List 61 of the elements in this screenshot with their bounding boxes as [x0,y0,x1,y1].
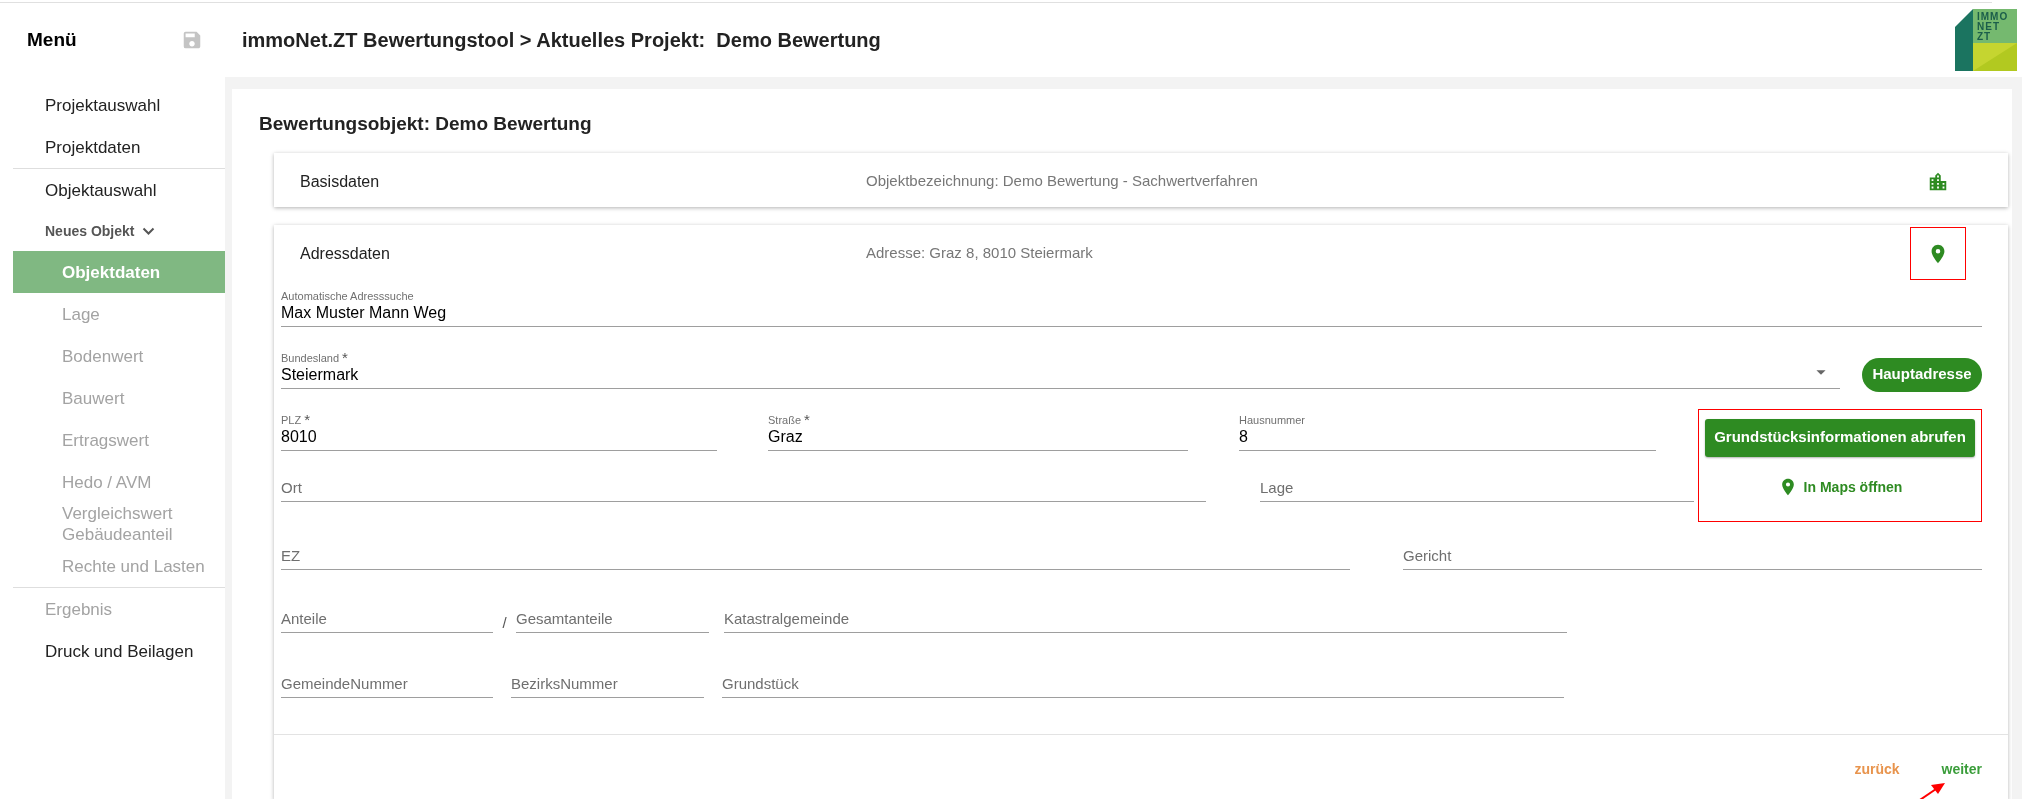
field-label: PLZ [281,412,302,427]
text-field[interactable]: EZ [281,545,1350,570]
logo-drawing [1955,9,2017,71]
panel-summary: Adresse: Graz 8, 8010 Steiermark [866,243,1094,264]
sidebar-item-label: Projektauswahl [45,94,161,116]
fetch-info-button[interactable]: Grundstücksinformationen abrufen [1705,418,1975,457]
sidebar-item-label: Bodenwert [62,345,144,367]
text-field[interactable]: Gesamtanteile [516,608,709,633]
text-field[interactable]: BezirksNummer [511,673,704,698]
text-field[interactable]: 8010 [281,426,717,451]
panel-title[interactable]: Basisdaten [300,169,866,194]
sidebar-item-label: Hedo / AVM [62,471,152,493]
menu-title: Menü [27,27,77,52]
field-label: Straße [768,412,801,427]
logo-text: NET [1977,22,2001,32]
text-field[interactable]: Gericht [1403,545,1982,570]
next-link[interactable]: weiter [1941,758,1982,780]
text-field[interactable]: Lage [1260,477,1694,502]
field-label: Bundesland [281,350,340,365]
required-mark: * [342,350,348,365]
sidebar-item[interactable]: Objektdaten [13,251,225,293]
text-field[interactable]: GemeindeNummer [281,673,493,698]
field-label: Hausnummer [1239,412,1306,427]
text-field[interactable]: Grundstück [722,673,1564,698]
text-field[interactable]: Katastralgemeinde [724,608,1567,633]
sidebar-item-label: Objektauswahl [45,179,157,201]
sidebar-item-label: Ertragswert [62,429,149,451]
sidebar-item-label: Ergebnis [45,598,113,620]
text-field[interactable]: 8 [1239,426,1656,451]
fraction-separator: / [501,613,508,633]
sidebar-item-label: Projektdaten [45,136,141,158]
panel-title[interactable]: Adressdaten [300,241,866,266]
text-field[interactable]: Ort [281,477,1206,502]
field-label: Automatische Adresssuche [281,288,414,303]
logo-text: IMMO [1977,12,2009,22]
sidebar-item-label: Vergleichswert Gebäudeanteil [62,503,174,545]
open-maps-link[interactable]: In Maps öffnen [1777,476,1903,498]
sidebar-item-label: Bauwert [62,387,125,409]
required-mark: * [304,412,311,427]
logo-text: ZT [1977,32,1993,42]
sidebar-item-label: Lage [62,303,100,325]
text-field[interactable]: Graz [768,426,1188,451]
sidebar-group[interactable]: Neues Objekt [13,211,156,251]
sidebar-item[interactable]: Objektauswahl [13,169,225,211]
text-field[interactable]: Max Muster Mann Weg [281,302,1982,327]
sidebar-item-label: Druck und Beilagen [45,640,194,662]
breadcrumb-title: immoNet.ZT Bewertungstool > Aktuelles Projekt: Demo Bewertung [242,28,881,53]
required-mark: * [804,412,810,427]
sidebar-item-label: Objektdaten [62,261,161,283]
panel-summary: Objektbezeichnung: Demo Bewertung - Sachwertverfahren [866,171,1259,192]
text-field[interactable]: Anteile [281,608,493,633]
back-link[interactable]: zurück [1854,758,1900,780]
main-address-button[interactable]: Hauptadresse [1862,357,1982,392]
sidebar-item-label: Rechte und Lasten [62,555,205,577]
sidebar-item[interactable]: Projektdaten [13,126,225,168]
page-title: Bewertungsobjekt: Demo Bewertung [259,112,593,136]
buildings-icon[interactable] [1927,170,1949,193]
sidebar-item[interactable]: Druck und Beilagen [13,630,225,672]
sidebar-item[interactable]: Projektauswahl [13,84,225,126]
chevron-down-icon [142,226,156,236]
text-field[interactable]: Steiermark [281,364,1840,389]
